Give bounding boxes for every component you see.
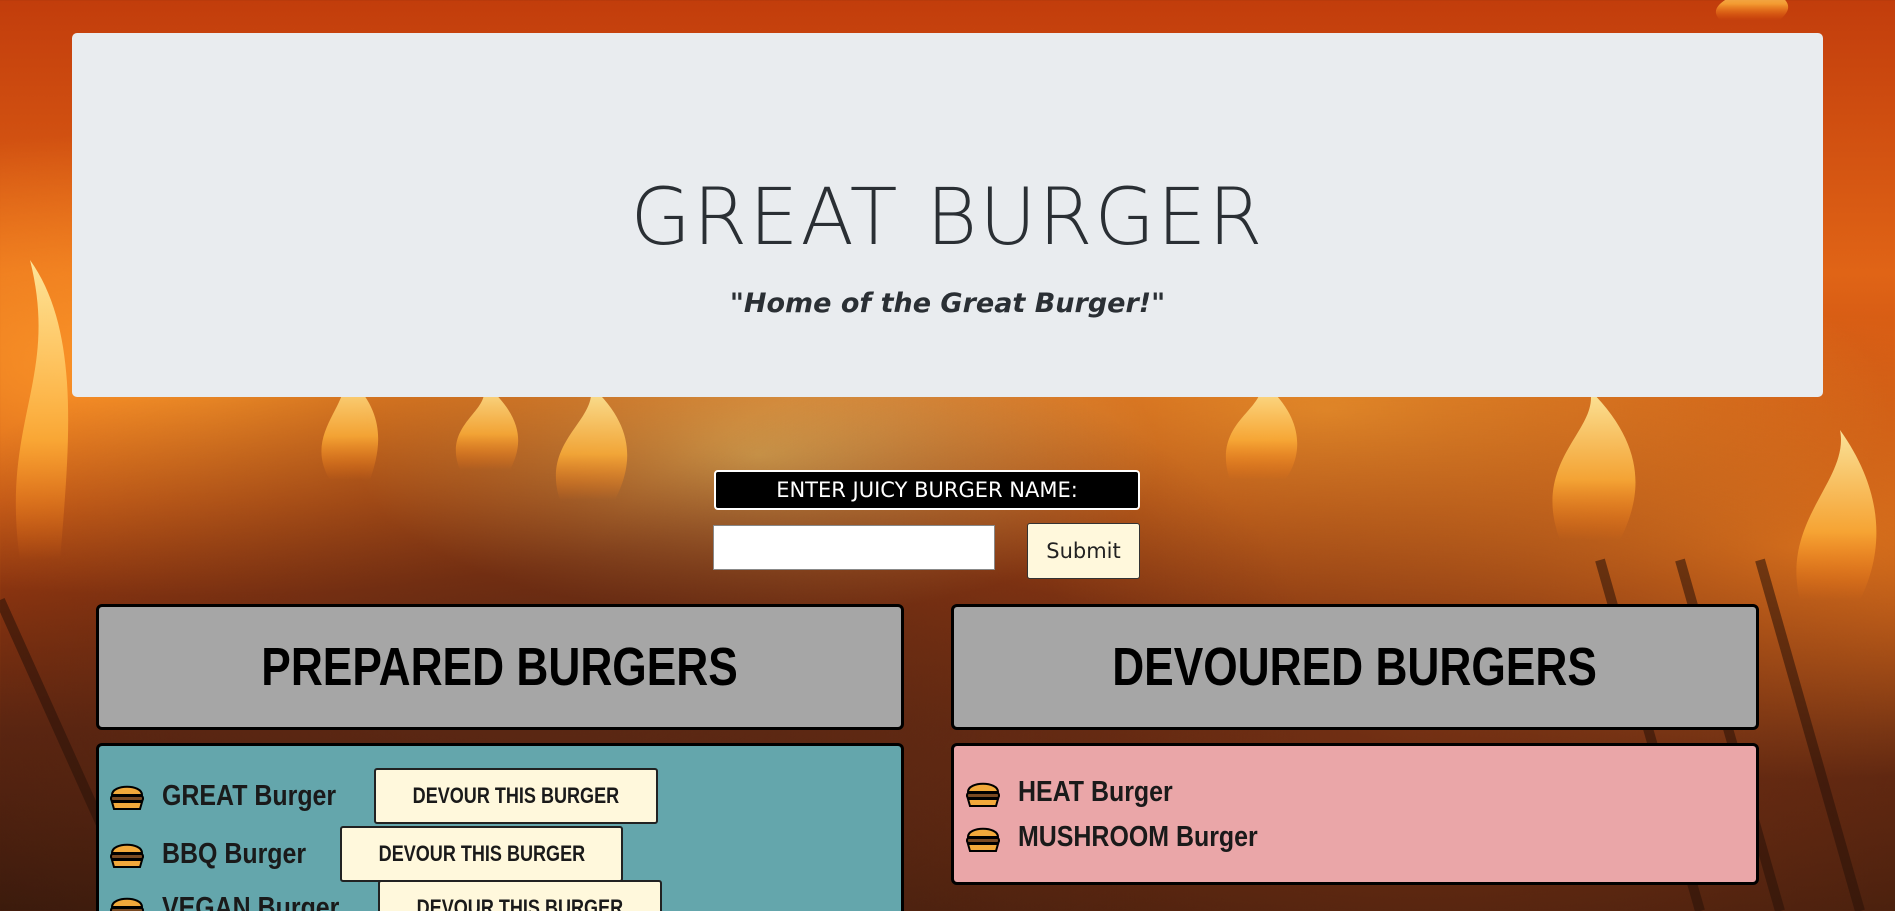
hamburger-icon bbox=[966, 778, 1000, 808]
prepared-burgers-heading: PREPARED BURGERS bbox=[96, 604, 904, 730]
burger-name: BBQ Burger bbox=[162, 837, 307, 870]
burger-name: MUSHROOM Burger bbox=[1018, 821, 1258, 853]
list-item: HEAT Burger bbox=[966, 776, 1198, 809]
page-tagline: "Home of the Great Burger!" bbox=[729, 288, 1166, 319]
hamburger-icon bbox=[110, 839, 144, 869]
devour-button[interactable]: DEVOUR THIS BURGER bbox=[378, 880, 663, 911]
burger-name-label: ENTER JUICY BURGER NAME: bbox=[714, 470, 1140, 510]
burger-name: VEGAN Burger bbox=[162, 891, 340, 911]
submit-button[interactable]: Submit bbox=[1027, 523, 1140, 579]
prepared-heading-text: PREPARED BURGERS bbox=[261, 637, 739, 697]
devoured-burgers-list bbox=[951, 743, 1759, 885]
devour-button[interactable]: DEVOUR THIS BURGER bbox=[374, 768, 659, 824]
burger-name: GREAT Burger bbox=[162, 779, 337, 812]
devoured-burgers-heading: DEVOURED BURGERS bbox=[951, 604, 1759, 730]
list-item: GREAT Burger DEVOUR THIS BURGER bbox=[110, 768, 659, 824]
hamburger-icon bbox=[110, 781, 144, 811]
page-title: GREAT BURGER bbox=[630, 173, 1265, 263]
hamburger-icon bbox=[110, 893, 144, 911]
hamburger-icon bbox=[966, 823, 1000, 853]
list-item: MUSHROOM Burger bbox=[966, 821, 1297, 854]
list-item: BBQ Burger DEVOUR THIS BURGER bbox=[110, 826, 624, 882]
devoured-heading-text: DEVOURED BURGERS bbox=[1112, 637, 1598, 697]
header-jumbotron: GREAT BURGER "Home of the Great Burger!" bbox=[72, 33, 1823, 397]
list-item: VEGAN Burger DEVOUR THIS BURGER bbox=[110, 880, 663, 911]
burger-name-input[interactable] bbox=[713, 525, 995, 570]
burger-name: HEAT Burger bbox=[1018, 776, 1173, 808]
devour-button[interactable]: DEVOUR THIS BURGER bbox=[339, 826, 624, 882]
